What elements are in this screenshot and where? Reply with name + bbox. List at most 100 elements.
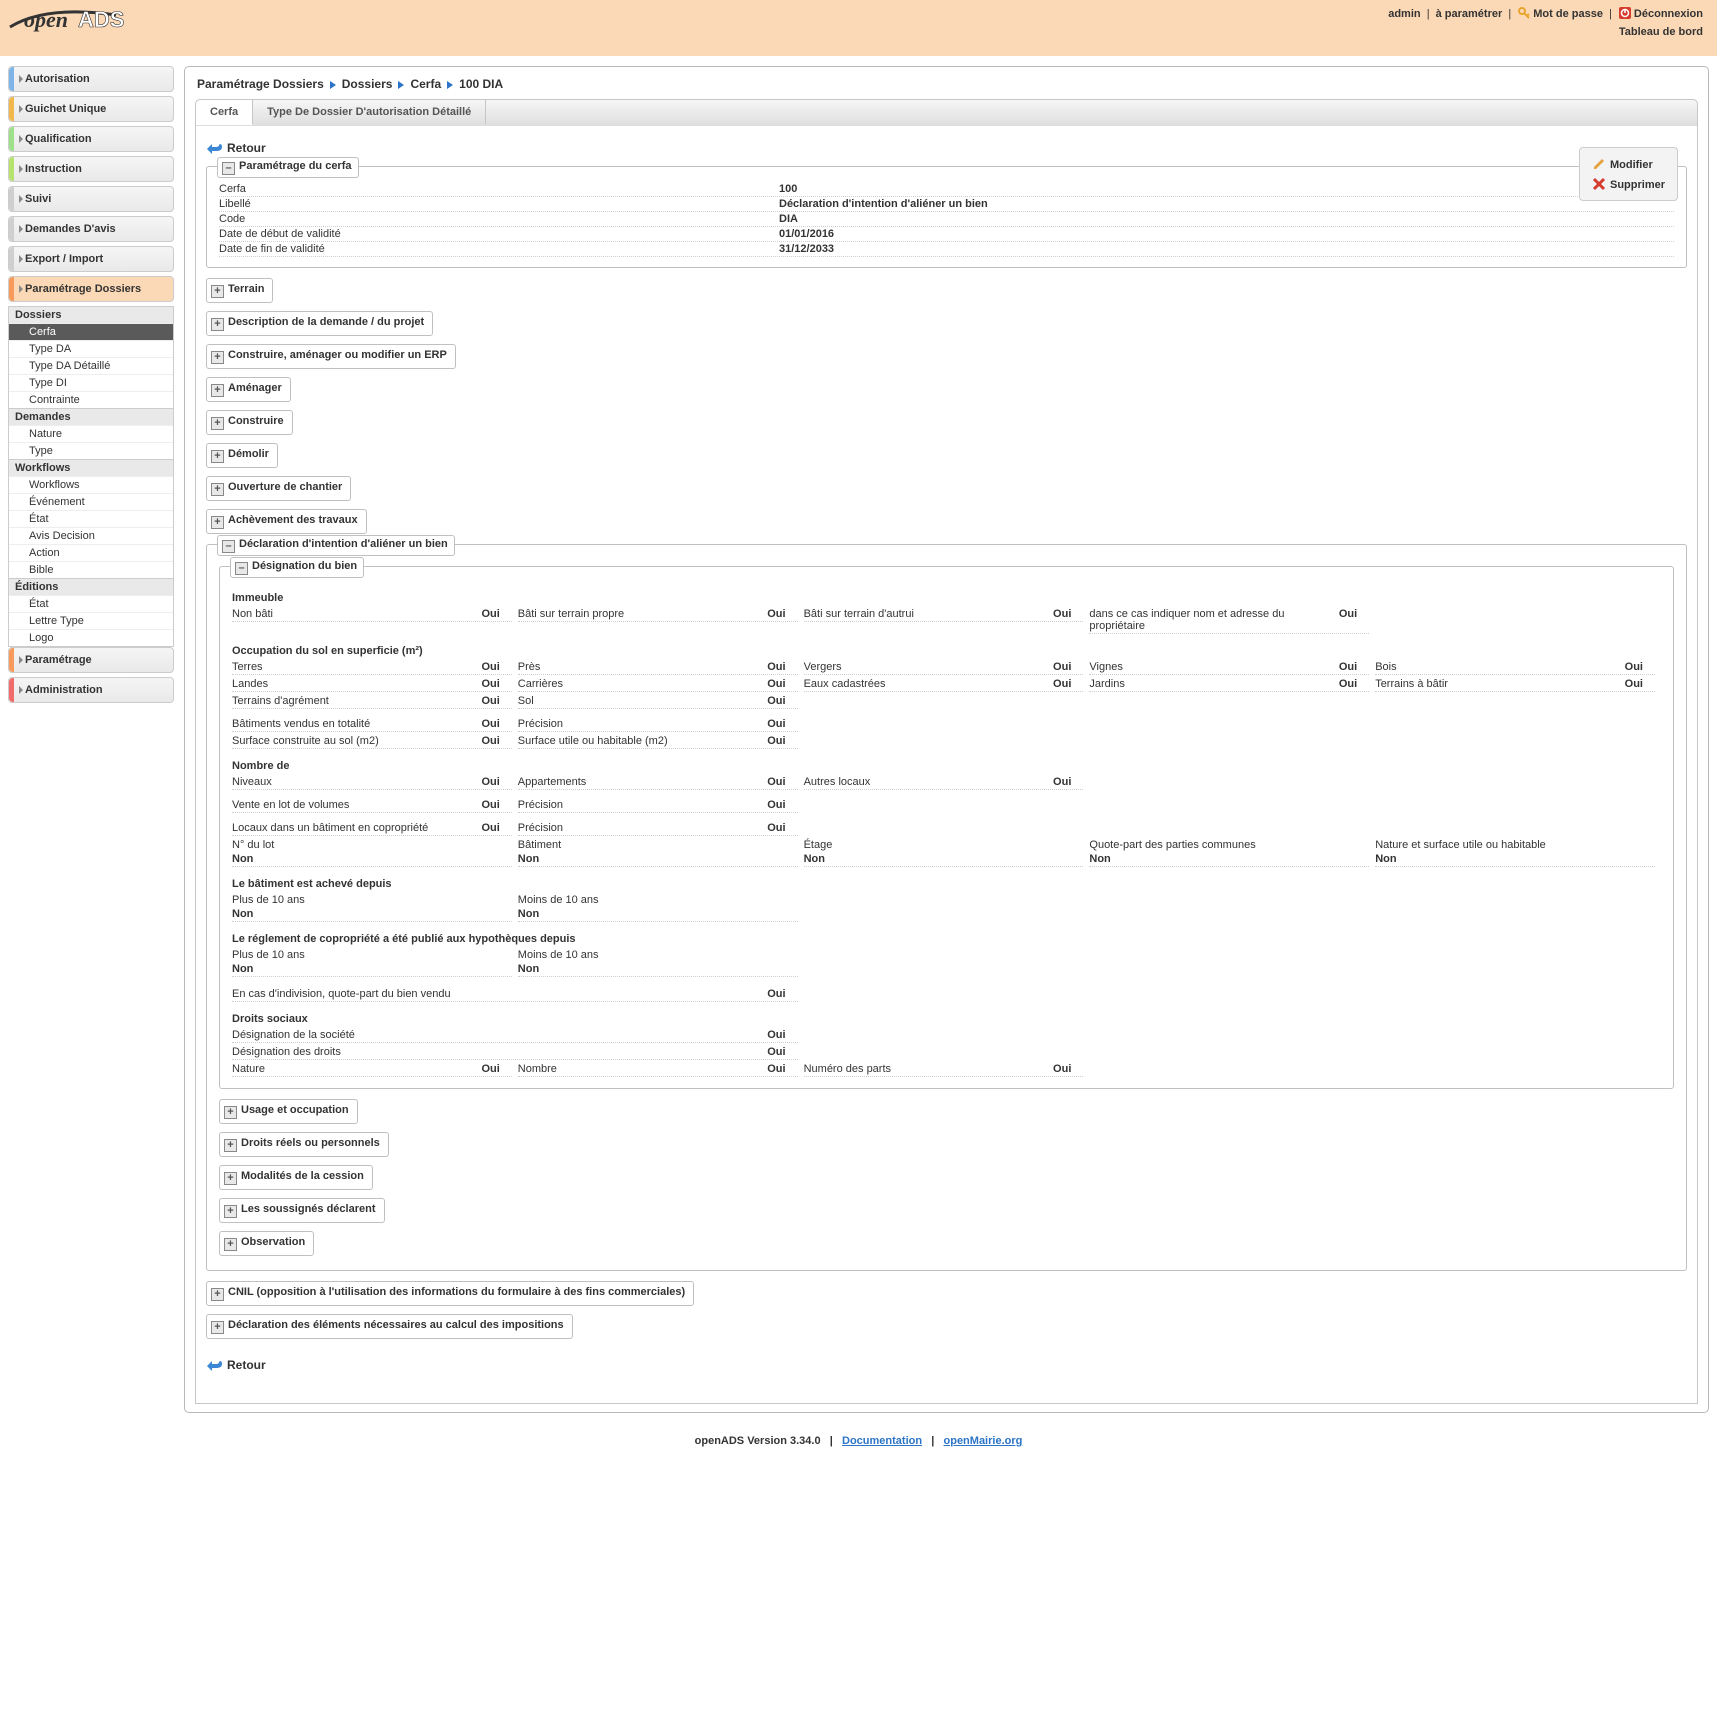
sidebar-item[interactable]: Type — [9, 442, 173, 459]
legend-designation[interactable]: –Désignation du bien — [230, 557, 364, 578]
svg-text:ADS: ADS — [78, 7, 124, 32]
toggle-droits[interactable]: +Droits réels ou personnels — [219, 1132, 389, 1157]
sidebar-section[interactable]: Demandes D'avis — [8, 216, 174, 242]
sidebar-item[interactable]: Action — [9, 544, 173, 561]
main-shell: Autorisation Guichet Unique Qualification I… — [0, 56, 1717, 1421]
legend-parametrage-cerfa[interactable]: –Paramétrage du cerfa — [217, 157, 359, 178]
toggle-demolir[interactable]: +Démolir — [206, 443, 278, 468]
toggle-observation[interactable]: +Observation — [219, 1231, 314, 1256]
field-row: Date de fin de validité31/12/2033 — [219, 242, 1674, 257]
svg-text:open: open — [24, 7, 68, 32]
context-link[interactable]: à paramétrer — [1436, 8, 1503, 20]
sidebar-item[interactable]: Logo — [9, 629, 173, 646]
sidebar-item[interactable]: Bible — [9, 561, 173, 578]
footer-doc-link[interactable]: Documentation — [842, 1435, 922, 1447]
breadcrumb-arrow-icon — [398, 81, 404, 89]
sidebar-section[interactable]: Export / Import — [8, 246, 174, 272]
sidebar-item[interactable]: Cerfa — [9, 323, 173, 340]
record-actions: Modifier Supprimer — [1579, 147, 1678, 201]
sidebar-item[interactable]: État — [9, 510, 173, 527]
field-row: LibelléDéclaration d'intention d'aliéner… — [219, 197, 1674, 212]
tabs: CerfaType De Dossier D'autorisation Déta… — [195, 99, 1698, 126]
sidebar-section[interactable]: Paramétrage — [8, 647, 174, 673]
field-row: Date de début de validité01/01/2016 — [219, 227, 1674, 242]
toggle-construire[interactable]: +Construire — [206, 410, 293, 435]
sidebar-section[interactable]: Qualification — [8, 126, 174, 152]
sidebar-group-header: Dossiers — [9, 306, 173, 323]
key-icon — [1517, 6, 1531, 20]
page-footer: openADS Version 3.34.0 | Documentation |… — [0, 1421, 1717, 1461]
back-arrow-icon — [206, 1357, 224, 1373]
delete-icon — [1592, 177, 1606, 191]
sidebar-item[interactable]: Lettre Type — [9, 612, 173, 629]
sidebar-group-header: Demandes — [9, 408, 173, 425]
toggle-description[interactable]: +Description de la demande / du projet — [206, 311, 433, 336]
sidebar-item[interactable]: Workflows — [9, 476, 173, 493]
sidebar-section[interactable]: Guichet Unique — [8, 96, 174, 122]
sidebar-item[interactable]: Type DA Détaillé — [9, 357, 173, 374]
heading-droits-sociaux: Droits sociaux — [232, 1003, 1661, 1027]
content-panel: Paramétrage Dossiers Dossiers Cerfa 100 DIA… — [184, 66, 1709, 1413]
sidebar-item[interactable]: Avis Decision — [9, 527, 173, 544]
breadcrumb-arrow-icon — [330, 81, 336, 89]
toggle-terrain[interactable]: +Terrain — [206, 278, 273, 303]
breadcrumb-item[interactable]: Paramétrage Dossiers — [197, 77, 324, 91]
sidebar-item[interactable]: Type DI — [9, 374, 173, 391]
tab-cerfa[interactable]: Cerfa — [196, 100, 253, 125]
sidebar-subpanel: DossiersCerfaType DAType DA DétailléType… — [8, 306, 174, 647]
heading-acheve: Le bâtiment est achevé depuis — [232, 868, 1661, 892]
sidebar-item[interactable]: Événement — [9, 493, 173, 510]
heading-occupation: Occupation du sol en superficie (m²) — [232, 635, 1661, 659]
user-link[interactable]: admin — [1388, 8, 1420, 20]
toggle-achevement[interactable]: +Achèvement des travaux — [206, 509, 367, 534]
edit-button[interactable]: Modifier — [1590, 154, 1667, 174]
sidebar-section[interactable]: Autorisation — [8, 66, 174, 92]
toggle-usage[interactable]: +Usage et occupation — [219, 1099, 358, 1124]
toggle-declaration-impositions[interactable]: +Déclaration des éléments nécessaires au… — [206, 1314, 573, 1339]
tab-type-dossier[interactable]: Type De Dossier D'autorisation Détaillé — [253, 100, 486, 124]
toggle-amenager[interactable]: +Aménager — [206, 377, 291, 402]
field-row: CodeDIA — [219, 212, 1674, 227]
toggle-erp[interactable]: +Construire, aménager ou modifier un ERP — [206, 344, 456, 369]
toggle-cnil[interactable]: +CNIL (opposition à l'utilisation des in… — [206, 1281, 694, 1306]
app-logo: open ADS — [6, 3, 176, 33]
form-frame: Retour Modifier Supprimer –Paramétrage d… — [195, 126, 1698, 1404]
breadcrumb-arrow-icon — [447, 81, 453, 89]
fieldset-dia: –Déclaration d'intention d'aliéner un bi… — [206, 544, 1687, 1271]
power-icon — [1618, 6, 1632, 20]
sidebar-section[interactable]: Paramétrage Dossiers — [8, 276, 174, 302]
back-link-top[interactable]: Retour — [206, 140, 1687, 156]
logout-link[interactable]: Déconnexion — [1618, 8, 1703, 20]
field-row: Cerfa100 — [219, 182, 1674, 197]
header-actions: admin | à paramétrer | Mot de passe | Dé… — [1388, 6, 1703, 20]
sidebar-item[interactable]: Contrainte — [9, 391, 173, 408]
sidebar-item[interactable]: Type DA — [9, 340, 173, 357]
sidebar-section[interactable]: Suivi — [8, 186, 174, 212]
heading-immeuble: Immeuble — [232, 582, 1661, 606]
toggle-modalites[interactable]: +Modalités de la cession — [219, 1165, 373, 1190]
heading-nombre: Nombre de — [232, 750, 1661, 774]
delete-button[interactable]: Supprimer — [1590, 174, 1667, 194]
heading-reglement: Le réglement de copropriété a été publié… — [232, 923, 1661, 947]
sidebar-group-header: Workflows — [9, 459, 173, 476]
breadcrumb-item[interactable]: Dossiers — [342, 77, 393, 91]
sidebar: Autorisation Guichet Unique Qualification I… — [8, 66, 174, 707]
breadcrumb-item[interactable]: 100 DIA — [459, 77, 503, 91]
sidebar-section[interactable]: Instruction — [8, 156, 174, 182]
sidebar-item[interactable]: Nature — [9, 425, 173, 442]
password-link[interactable]: Mot de passe — [1517, 8, 1606, 20]
sidebar-group-header: Éditions — [9, 578, 173, 595]
app-header: open ADS admin | à paramétrer | Mot de p… — [0, 0, 1717, 56]
toggle-ouverture[interactable]: +Ouverture de chantier — [206, 476, 351, 501]
footer-openmairie-link[interactable]: openMairie.org — [944, 1435, 1023, 1447]
sidebar-item[interactable]: État — [9, 595, 173, 612]
sidebar-section[interactable]: Administration — [8, 677, 174, 703]
back-link-bottom[interactable]: Retour — [206, 1357, 1687, 1373]
breadcrumb-item[interactable]: Cerfa — [410, 77, 441, 91]
legend-dia[interactable]: –Déclaration d'intention d'aliéner un bi… — [217, 535, 455, 556]
back-arrow-icon — [206, 140, 224, 156]
dashboard-link[interactable]: Tableau de bord — [1619, 26, 1703, 38]
pencil-icon — [1592, 157, 1606, 171]
fieldset-designation: –Désignation du bien Immeuble Non bâtiOu… — [219, 566, 1674, 1089]
toggle-soussignes[interactable]: +Les soussignés déclarent — [219, 1198, 385, 1223]
